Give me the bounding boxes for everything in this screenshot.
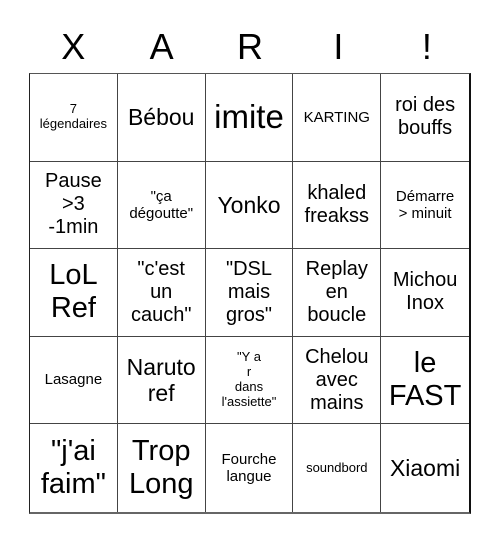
bingo-grid: 7 légendaires Bébou imite KARTING roi des bo… bbox=[29, 73, 471, 514]
bingo-cell[interactable]: "j'ai faim" bbox=[30, 424, 118, 512]
bingo-cell-text: "c'est un cauch" bbox=[130, 257, 192, 326]
bingo-cell[interactable]: KARTING bbox=[293, 74, 382, 162]
bingo-cell-text: "DSL mais gros" bbox=[225, 257, 272, 326]
bingo-cell[interactable]: Chelou avec mains bbox=[293, 336, 382, 425]
bingo-cell[interactable]: 7 légendaires bbox=[30, 74, 118, 162]
bingo-cell[interactable]: Pause >3 -1min bbox=[30, 161, 118, 250]
bingo-cell[interactable]: imite bbox=[205, 74, 294, 162]
bingo-cell[interactable]: Fourche langue bbox=[206, 424, 294, 512]
bingo-cell[interactable]: Michou Inox bbox=[381, 249, 469, 337]
bingo-cell[interactable]: "ça dégoutte" bbox=[117, 161, 206, 250]
bingo-cell-text: khaled freakss bbox=[304, 181, 370, 227]
bingo-cell-text: Bébou bbox=[127, 104, 195, 131]
bingo-cell-text: imite bbox=[214, 98, 284, 136]
bingo-cell[interactable]: le FAST bbox=[381, 337, 469, 425]
title-letter: I bbox=[333, 26, 344, 67]
title-letter: ! bbox=[421, 26, 432, 67]
bingo-cell[interactable]: Démarre > minuit bbox=[381, 162, 469, 250]
title-letter: R bbox=[237, 26, 264, 67]
bingo-cell[interactable]: Naruto ref bbox=[117, 336, 206, 425]
bingo-cell-text: Yonko bbox=[217, 191, 281, 218]
bingo-cell-text: Xiaomi bbox=[389, 454, 461, 481]
bingo-cell[interactable]: Lasagne bbox=[30, 336, 118, 425]
bingo-cell[interactable]: Xiaomi bbox=[381, 424, 469, 512]
title-letter: A bbox=[149, 26, 174, 67]
title-letter: X bbox=[61, 26, 86, 67]
bingo-title: X A R I ! bbox=[29, 22, 471, 72]
bingo-cell[interactable]: Trop Long bbox=[118, 424, 206, 512]
bingo-cell-text: KARTING bbox=[303, 108, 370, 126]
bingo-cell-text: Fourche langue bbox=[221, 450, 277, 486]
bingo-cell-text: Démarre > minuit bbox=[395, 187, 455, 222]
bingo-cell-text: "j'ai faim" bbox=[40, 434, 106, 501]
bingo-cell-text: Trop Long bbox=[128, 434, 194, 501]
bingo-cell-text: Naruto ref bbox=[126, 353, 196, 407]
bingo-cell[interactable]: soundbord bbox=[293, 424, 382, 512]
bingo-cell-text: roi des bouffs bbox=[395, 94, 456, 140]
bingo-cell[interactable]: "Y a r dans l'assiette" bbox=[205, 336, 294, 425]
bingo-cell-text: "ça dégoutte" bbox=[129, 187, 194, 222]
bingo-cell[interactable]: Replay en boucle bbox=[293, 249, 382, 337]
bingo-cell[interactable]: khaled freakss bbox=[293, 161, 382, 250]
bingo-cell[interactable]: Bébou bbox=[117, 74, 206, 162]
bingo-cell[interactable]: "c'est un cauch" bbox=[117, 249, 206, 337]
bingo-cell-text: Replay en boucle bbox=[305, 257, 368, 326]
bingo-cell-text: Michou Inox bbox=[392, 269, 458, 315]
bingo-cell-text: Lasagne bbox=[44, 371, 103, 389]
bingo-cell[interactable]: roi des bouffs bbox=[381, 74, 469, 162]
bingo-cell[interactable]: Yonko bbox=[205, 161, 294, 250]
bingo-cell[interactable]: LoL Ref bbox=[30, 249, 118, 337]
bingo-cell-text: LoL Ref bbox=[49, 259, 98, 325]
bingo-cell-text: Chelou avec mains bbox=[305, 345, 369, 414]
bingo-cell-text: "Y a r dans l'assiette" bbox=[221, 349, 277, 410]
bingo-cell-text: soundbord bbox=[306, 459, 368, 475]
bingo-cell-text: le FAST bbox=[388, 346, 462, 413]
bingo-cell[interactable]: "DSL mais gros" bbox=[205, 249, 294, 337]
bingo-cell-text: 7 légendaires bbox=[39, 101, 107, 132]
bingo-cell-text: Pause >3 -1min bbox=[45, 170, 102, 239]
